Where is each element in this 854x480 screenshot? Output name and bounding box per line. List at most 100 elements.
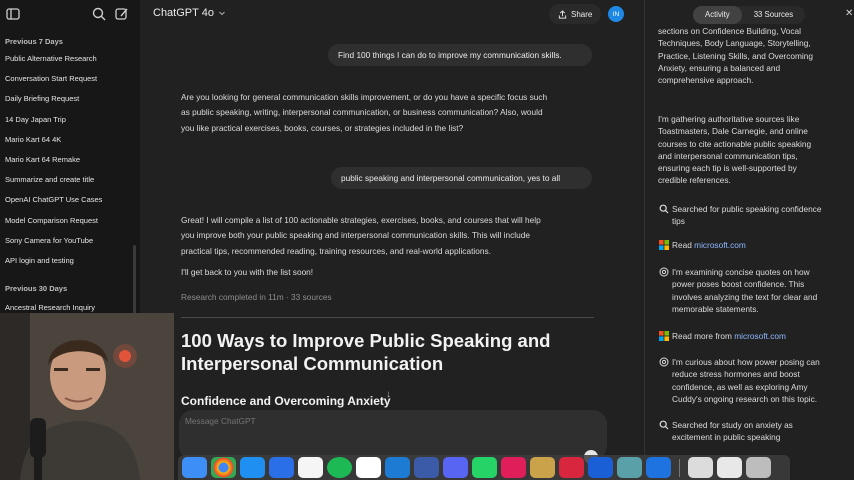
- activity-line: Toastmasters, Dale Carnegie, and online: [658, 126, 808, 137]
- openai-logo-icon: [659, 267, 669, 277]
- source-link[interactable]: microsoft.com: [734, 331, 786, 341]
- presenter-video: [0, 313, 174, 480]
- vscode-icon[interactable]: [385, 457, 410, 478]
- activity-item: Searched for public speaking confidence …: [659, 203, 852, 228]
- activity-line: courses to cite actionable public speaki…: [658, 138, 812, 149]
- app-store-icon[interactable]: [269, 457, 294, 478]
- activity-line: I'm examining concise quotes on how: [672, 267, 810, 277]
- webcam-overlay: [0, 313, 174, 480]
- activity-line: Cuddy's ongoing research on this topic.: [672, 393, 818, 404]
- openai-logo-icon: [659, 357, 669, 367]
- model-title: ChatGPT 4o: [153, 7, 214, 19]
- message-line: Great! I will compile a list of 100 acti…: [181, 215, 541, 225]
- app-icon[interactable]: [530, 457, 555, 478]
- model-selector[interactable]: ChatGPT 4o: [153, 7, 226, 19]
- share-label: Share: [571, 9, 593, 19]
- activity-item: Read more from microsoft.com: [659, 330, 852, 342]
- activity-line: Searched for study on anxiety as: [672, 420, 793, 430]
- share-icon: [558, 9, 567, 19]
- slack-icon[interactable]: [501, 457, 526, 478]
- app-icon[interactable]: [559, 457, 584, 478]
- source-link[interactable]: microsoft.com: [694, 240, 746, 250]
- sidebar-item[interactable]: API login and testing: [0, 251, 140, 271]
- search-icon: [659, 204, 669, 214]
- chrome-icon[interactable]: [211, 457, 236, 478]
- message-line: you improve both your public speaking an…: [181, 230, 530, 241]
- close-icon[interactable]: ✕: [845, 8, 853, 19]
- read-label: Read more from: [672, 331, 732, 341]
- sidebar-item[interactable]: Mario Kart 64 4K: [0, 130, 140, 150]
- sidebar-item[interactable]: Daily Briefing Request: [0, 89, 140, 109]
- activity-item: Searched for study on anxiety as excitem…: [659, 419, 852, 444]
- activity-item: Read microsoft.com: [659, 239, 852, 251]
- new-chat-icon[interactable]: [114, 6, 130, 22]
- avatar[interactable]: IN: [608, 6, 624, 22]
- sidebar-item[interactable]: Summarize and create title: [0, 170, 140, 190]
- sidebar-item[interactable]: Sony Camera for YouTube: [0, 231, 140, 251]
- assistant-message: Great! I will compile a list of 100 acti…: [181, 213, 541, 281]
- divider: [181, 317, 594, 318]
- trash-icon[interactable]: [746, 457, 771, 478]
- macos-dock: [178, 455, 790, 480]
- app-icon[interactable]: [617, 457, 642, 478]
- activity-panel: Activity 33 Sources ✕ sections on Confid…: [644, 0, 854, 480]
- activity-line: sections on Confidence Building, Vocal: [658, 26, 801, 36]
- share-button[interactable]: Share: [549, 4, 602, 24]
- activity-line: tips: [672, 216, 685, 227]
- discord-icon[interactable]: [443, 457, 468, 478]
- report-subtitle: Confidence and Overcoming Anxiety: [181, 394, 391, 408]
- activity-line: memorable statements.: [672, 303, 759, 314]
- activity-line: excitement in public speaking: [672, 432, 781, 443]
- live-app-icon[interactable]: [414, 457, 439, 478]
- spotify-icon[interactable]: [327, 457, 352, 478]
- activity-line: Practice, Listening Skills, and Overcomi…: [658, 50, 813, 61]
- activity-line: I'm curious about how power posing can: [672, 357, 820, 367]
- activity-line: Searched for public speaking confidence: [672, 204, 822, 214]
- message-input[interactable]: [185, 416, 565, 426]
- arrow-down-icon[interactable]: ↓: [386, 389, 391, 400]
- search-icon: [659, 420, 669, 430]
- sidebar-item[interactable]: Conversation Start Request: [0, 69, 140, 89]
- window-thumbnail[interactable]: [688, 457, 713, 478]
- tab-sources[interactable]: 33 Sources: [742, 6, 805, 24]
- chevron-down-icon: [219, 11, 225, 16]
- panel-tabs: Activity 33 Sources: [693, 6, 806, 24]
- message-line: you like practical exercises, books, cou…: [181, 122, 464, 133]
- sidebar-toggle-icon[interactable]: [5, 6, 21, 22]
- activity-line: reduce stress hormones and boost: [672, 369, 800, 380]
- sidebar-item[interactable]: 14 Day Japan Trip: [0, 110, 140, 130]
- dock-divider: [679, 458, 680, 477]
- microsoft-logo-icon: [659, 240, 669, 250]
- assistant-message: Are you looking for general communicatio…: [181, 90, 547, 136]
- activity-line: involves analyzing the text for clear an…: [672, 291, 818, 302]
- sidebar-item[interactable]: Public Alternative Research: [0, 49, 140, 69]
- activity-line: and interpersonal communication tips,: [658, 150, 798, 161]
- finder-icon[interactable]: [182, 457, 207, 478]
- message-line: as public speaking, writing, interperson…: [181, 107, 543, 118]
- mail-icon[interactable]: [646, 457, 671, 478]
- whatsapp-icon[interactable]: [472, 457, 497, 478]
- search-icon[interactable]: [91, 6, 107, 22]
- research-status[interactable]: Research completed in 11m · 33 sources: [181, 292, 332, 302]
- notion-icon[interactable]: [356, 457, 381, 478]
- activity-line: confidence, as well as exploring Amy: [672, 381, 808, 392]
- window-thumbnail[interactable]: [717, 457, 742, 478]
- activity-line: Techniques, Body Language, Storytelling,: [658, 38, 811, 49]
- tab-activity[interactable]: Activity: [693, 6, 742, 24]
- activity-line: credible references.: [658, 175, 731, 186]
- microsoft-logo-icon: [659, 331, 669, 341]
- activity-item: I'm curious about how power posing can r…: [659, 356, 852, 405]
- sidebar-item[interactable]: Mario Kart 64 Remake: [0, 150, 140, 170]
- message-composer[interactable]: [179, 410, 607, 460]
- sidebar-item[interactable]: Model Comparison Request: [0, 211, 140, 231]
- safari-icon[interactable]: [240, 457, 265, 478]
- 1password-icon[interactable]: [588, 457, 613, 478]
- sidebar-section-label: Previous 7 Days: [5, 37, 63, 46]
- message-line: Are you looking for general communicatio…: [181, 92, 548, 102]
- sidebar-scrollbar[interactable]: [133, 245, 136, 315]
- calendar-icon[interactable]: [298, 457, 323, 478]
- sidebar-header: [0, 0, 140, 28]
- activity-line: power poses boost confidence. This: [672, 279, 805, 290]
- message-line: I'll get back to you with the list soon!: [181, 267, 314, 278]
- sidebar-item[interactable]: OpenAI ChatGPT Use Cases: [0, 190, 140, 210]
